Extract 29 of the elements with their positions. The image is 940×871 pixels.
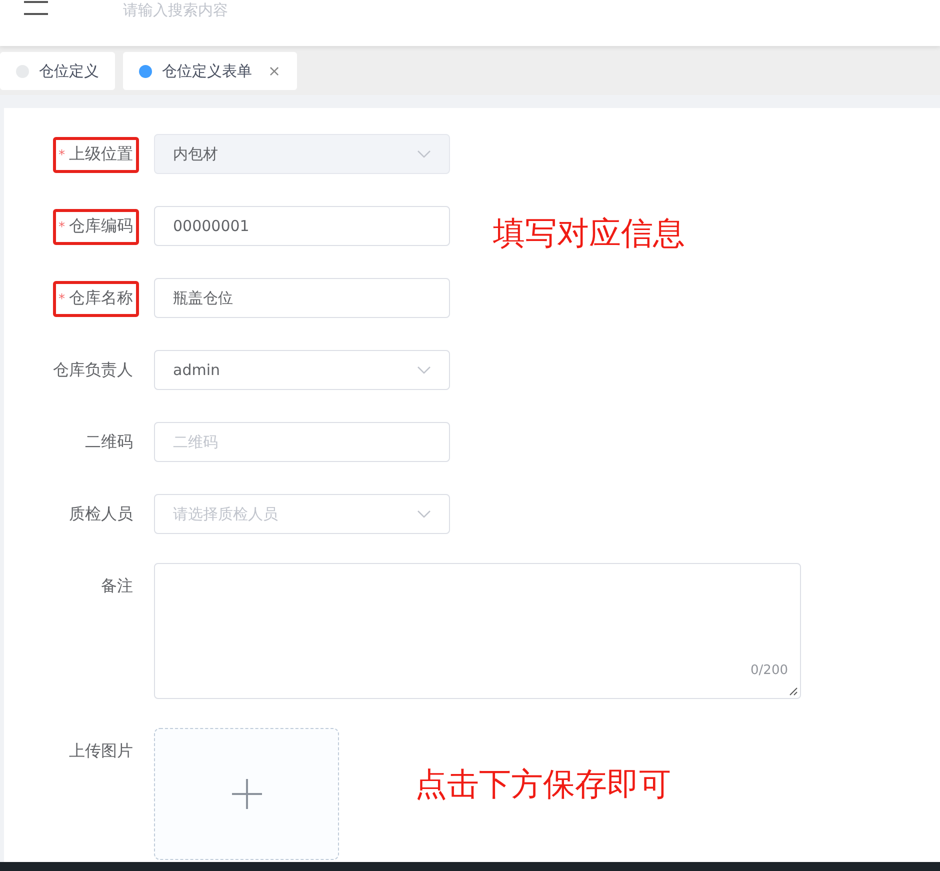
field-label: * 上级位置 bbox=[52, 137, 139, 173]
character-counter: 0/200 bbox=[750, 662, 788, 680]
tab[interactable]: 仓位定义表单 × bbox=[123, 52, 297, 90]
field-label: 质检人员 bbox=[68, 503, 134, 525]
field-label: 二维码 bbox=[84, 431, 134, 453]
field-label: 备注 bbox=[100, 575, 134, 597]
annotation-text: 填写对应信息 bbox=[493, 213, 685, 254]
close-button[interactable]: × bbox=[268, 60, 281, 82]
tab[interactable]: 仓位定义 bbox=[0, 52, 115, 90]
search-field[interactable]: 请输入搜索内容 bbox=[123, 0, 343, 20]
input-field[interactable]: 瓶盖仓位 bbox=[154, 278, 450, 318]
field-label: * 仓库名称 bbox=[52, 281, 139, 317]
tab-status-dot bbox=[139, 64, 152, 78]
field-label: 仓库负责人 bbox=[52, 359, 134, 381]
input-field[interactable]: 二维码 bbox=[154, 422, 450, 462]
textarea-field[interactable]: 0/200 bbox=[154, 563, 801, 699]
chevron-down-icon bbox=[417, 510, 431, 518]
menu-icon[interactable] bbox=[24, 0, 48, 16]
chevron-down-icon bbox=[417, 366, 431, 374]
field-label: 上传图片 bbox=[68, 740, 134, 762]
tab-label[interactable]: 仓位定义表单 bbox=[162, 60, 252, 82]
select-field[interactable]: admin bbox=[154, 350, 450, 390]
tab-label[interactable]: 仓位定义 bbox=[39, 60, 99, 82]
input-field[interactable]: 00000001 bbox=[154, 206, 450, 246]
annotation-text: 点击下方保存即可 bbox=[415, 764, 671, 805]
resize-grip-icon[interactable] bbox=[788, 686, 798, 696]
field-label: * 仓库编码 bbox=[52, 209, 139, 245]
plus-icon bbox=[232, 779, 262, 809]
chevron-down-icon bbox=[417, 150, 431, 158]
